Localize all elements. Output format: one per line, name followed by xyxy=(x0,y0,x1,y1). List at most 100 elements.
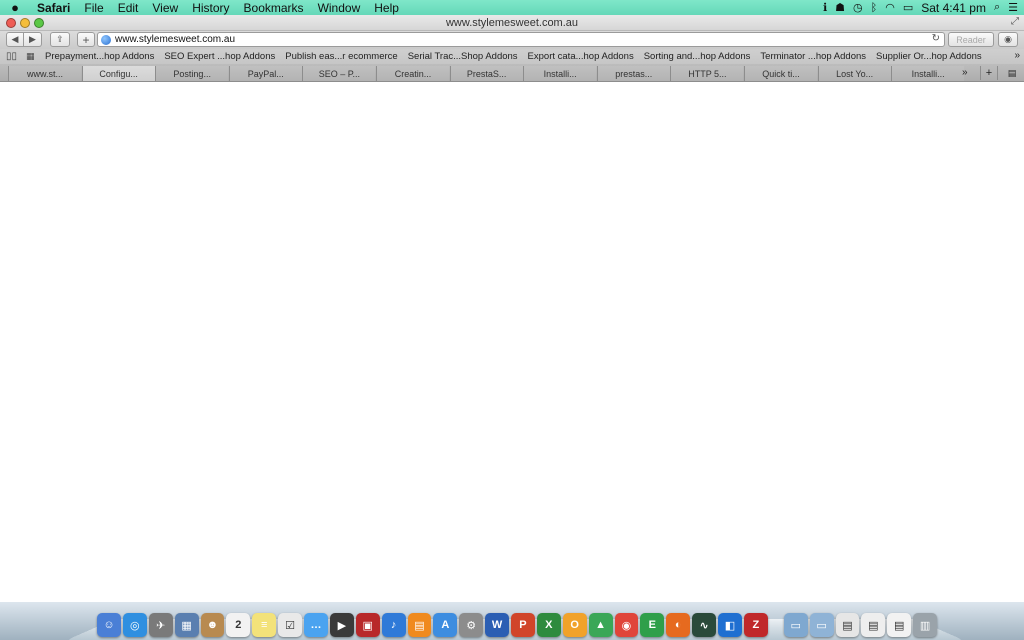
reading-list-icon[interactable]: ▯▯ xyxy=(6,51,20,62)
evernote-status-icon[interactable]: ☗ xyxy=(835,1,845,14)
window-title-bar: www.stylemesweet.com.au ⤢ xyxy=(0,15,1024,31)
bookmark-item[interactable]: Publish eas...r ecommerce xyxy=(280,51,402,62)
system-preferences-icon[interactable]: ⚙ xyxy=(459,613,484,637)
bookmark-item[interactable]: Supplier Or...hop Addons xyxy=(871,51,987,62)
tab-item[interactable]: PayPal... xyxy=(228,66,302,81)
tab-item[interactable]: Creatin... xyxy=(376,66,449,81)
powerpoint-icon[interactable]: P xyxy=(511,613,535,637)
menu-window[interactable]: Window xyxy=(311,1,368,15)
web-content[interactable] xyxy=(0,82,1024,602)
downloads-button[interactable]: ◉ xyxy=(998,32,1018,47)
preview-icon[interactable]: ▦ xyxy=(174,613,199,637)
tab-item[interactable]: Quick ti... xyxy=(744,66,817,81)
bluetooth-icon[interactable]: ᛒ xyxy=(871,2,878,14)
back-arrow-icon: ◀ xyxy=(11,34,19,44)
tab-item[interactable]: SEO – P... xyxy=(302,66,376,81)
finder-icon[interactable]: ☺ xyxy=(97,613,121,637)
activity-monitor-icon[interactable]: ∿ xyxy=(692,613,716,637)
status-menus: ℹ ☗ ◷ ᛒ ◠ ▭ Sat 4:41 pm ⌕ ☰ xyxy=(823,1,1024,15)
reader-button[interactable]: Reader xyxy=(948,32,994,47)
downloads-stack-icon[interactable]: ▤ xyxy=(835,613,860,637)
stack-2-icon[interactable]: ▤ xyxy=(861,613,886,637)
ibooks-icon[interactable]: ▤ xyxy=(407,613,432,637)
menu-file[interactable]: File xyxy=(77,1,110,15)
sourcetree-icon[interactable]: ◧ xyxy=(718,613,742,637)
app-store-icon[interactable]: A xyxy=(433,613,458,637)
browser-toolbar: ◀ ▶ ⇪ + ↻ Reader ◉ xyxy=(0,31,1024,49)
bookmark-item[interactable]: Prepayment...hop Addons xyxy=(40,51,159,62)
stack-3-icon[interactable]: ▤ xyxy=(887,613,912,637)
bookmark-item[interactable]: SEO Expert ...hop Addons xyxy=(159,51,280,62)
calendar-icon[interactable]: 2 xyxy=(226,613,251,637)
chrome-icon[interactable]: ◉ xyxy=(614,613,639,637)
tab-item[interactable]: PrestaS... xyxy=(449,66,523,81)
bookmark-item[interactable]: Sorting and...hop Addons xyxy=(639,51,756,62)
add-bookmark-button[interactable]: + xyxy=(77,32,95,47)
tab-item[interactable]: HTTP 5... xyxy=(670,66,744,81)
tab-item[interactable]: www.st... xyxy=(8,66,81,81)
apple-menu-icon[interactable]: ● xyxy=(0,0,30,15)
menu-help[interactable]: Help xyxy=(367,1,406,15)
tab-item[interactable]: Installi... xyxy=(891,66,965,81)
window-title: www.stylemesweet.com.au xyxy=(445,17,579,29)
documents-folder-icon[interactable]: ▭ xyxy=(809,613,834,637)
reload-icon[interactable]: ↻ xyxy=(932,33,940,44)
top-sites-icon[interactable]: ▦ xyxy=(26,51,40,62)
back-button[interactable]: ◀ xyxy=(6,32,24,47)
outlook-icon[interactable]: O xyxy=(562,613,587,637)
tabs-overflow-icon[interactable]: » xyxy=(962,67,968,78)
bookmark-item[interactable]: Serial Trac...Shop Addons xyxy=(403,51,523,62)
wifi-icon[interactable]: ◠ xyxy=(885,1,895,14)
battery-icon[interactable]: ▭ xyxy=(903,1,913,14)
bookmark-item[interactable]: Terminator ...hop Addons xyxy=(755,51,871,62)
tab-bar: www.st... Configu... Posting... PayPal... SE… xyxy=(0,64,1024,82)
contacts-icon[interactable]: ☻ xyxy=(200,613,225,637)
bookmark-item[interactable]: Export cata...hop Addons xyxy=(523,51,639,62)
tab-item[interactable]: Configu... xyxy=(81,66,155,81)
time-machine-icon[interactable]: ◷ xyxy=(853,1,863,14)
messages-icon[interactable]: … xyxy=(304,613,328,637)
trash-icon[interactable]: ▥ xyxy=(913,613,937,637)
new-tab-button[interactable]: + xyxy=(980,66,998,80)
download-icon: ◉ xyxy=(1004,34,1012,44)
notification-center-icon[interactable]: ☰ xyxy=(1008,1,1018,14)
spotlight-icon[interactable]: ⌕ xyxy=(994,1,1000,14)
launchpad-icon[interactable]: ✈ xyxy=(148,613,173,637)
clock[interactable]: Sat 4:41 pm xyxy=(921,1,986,15)
share-button[interactable]: ⇪ xyxy=(50,32,70,47)
excel-icon[interactable]: X xyxy=(536,613,561,637)
bookmarks-overflow-icon[interactable]: » xyxy=(1014,50,1020,61)
menu-bookmarks[interactable]: Bookmarks xyxy=(237,1,311,15)
itunes-icon[interactable]: ♪ xyxy=(381,613,406,637)
word-icon[interactable]: W xyxy=(485,613,509,637)
globe-icon xyxy=(101,34,111,45)
fullscreen-icon[interactable]: ⤢ xyxy=(1011,16,1019,27)
forward-button[interactable]: ▶ xyxy=(24,32,42,47)
photo-booth-icon[interactable]: ▣ xyxy=(355,613,380,637)
plus-icon: + xyxy=(82,32,90,47)
tab-item[interactable]: Posting... xyxy=(155,66,229,81)
evernote-icon[interactable]: E xyxy=(640,613,665,637)
filezilla-icon[interactable]: Z xyxy=(743,613,768,637)
url-input[interactable] xyxy=(115,34,935,45)
reminders-icon[interactable]: ☑ xyxy=(278,613,302,637)
tab-item[interactable]: Installi... xyxy=(523,66,597,81)
tab-overview-icon[interactable]: ▤ xyxy=(1002,66,1022,80)
menu-bar: ● Safari File Edit View History Bookmark… xyxy=(0,0,1024,15)
tab-item[interactable]: prestas... xyxy=(596,66,670,81)
facetime-icon[interactable]: ▶ xyxy=(329,613,354,637)
firefox-icon[interactable]: ◐ xyxy=(666,613,691,637)
info-icon[interactable]: ℹ xyxy=(823,1,827,14)
share-icon: ⇪ xyxy=(56,34,64,44)
notes-icon[interactable]: ≡ xyxy=(252,613,277,637)
tab-item[interactable]: Lost Yo... xyxy=(817,66,891,81)
address-bar[interactable]: ↻ xyxy=(97,32,945,47)
google-drive-icon[interactable]: ▲ xyxy=(588,613,613,637)
menu-view[interactable]: View xyxy=(145,1,185,15)
menu-edit[interactable]: Edit xyxy=(111,1,146,15)
menu-history[interactable]: History xyxy=(185,1,236,15)
dock: ☺ ◎ ✈ ▦ ☻ 2 ≡ ☑… ▶ ▣ ♪ ▤ A ⚙ W P X O ▲ ◉ E ◐ ∿ ◧ Z ▭ ▭ ▤ ▤ ▤ ▥ xyxy=(97,607,937,637)
menu-app-name[interactable]: Safari xyxy=(30,1,77,15)
safari-icon[interactable]: ◎ xyxy=(122,613,147,637)
applications-folder-icon[interactable]: ▭ xyxy=(783,613,808,637)
